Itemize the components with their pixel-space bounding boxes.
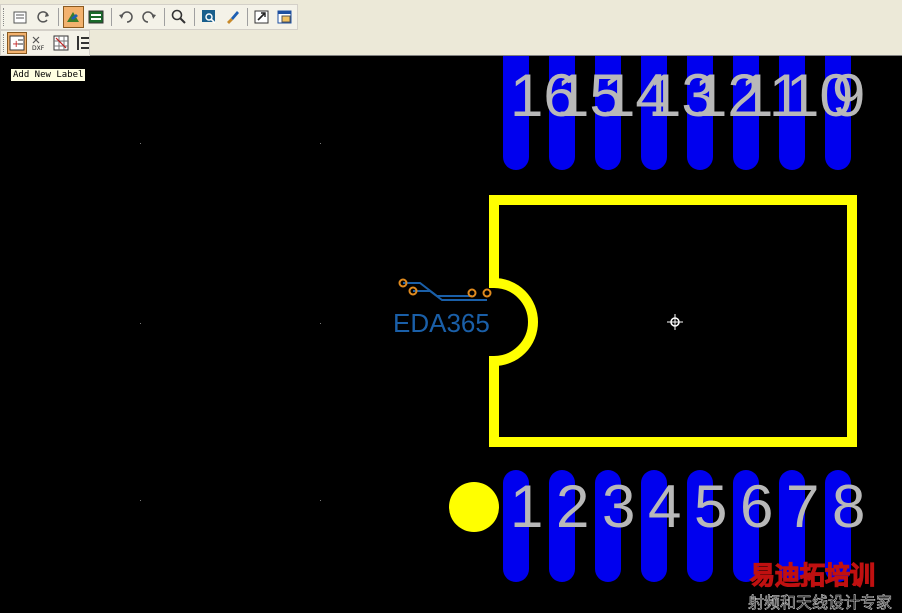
bottom-pin-label: 2	[556, 473, 589, 540]
add-label-icon: +	[9, 35, 25, 51]
watermark-cn-subtitle: 射频和天线设计专家	[748, 593, 892, 612]
bottom-pin-label: 4	[648, 473, 681, 540]
bottom-pin-label: 8	[832, 473, 865, 540]
brush-icon	[227, 11, 240, 24]
grid-dot	[320, 323, 321, 324]
window-icon	[277, 10, 292, 24]
bottom-pin-label: 1	[510, 473, 543, 540]
redo-icon	[142, 11, 157, 23]
toolbar-grip[interactable]	[3, 34, 4, 52]
layer-display-icon	[88, 10, 104, 24]
add-label-button[interactable]: +	[7, 32, 27, 54]
refresh-icon	[37, 11, 50, 23]
dxf-icon: DXF	[32, 36, 45, 52]
grid-dot	[140, 323, 141, 324]
properties-icon	[13, 11, 27, 24]
redo-button[interactable]	[139, 6, 160, 28]
bottom-pin-label: 5	[694, 473, 727, 540]
layer-display-button[interactable]	[86, 6, 107, 28]
grid-dot	[320, 143, 321, 144]
toolbar-separator	[246, 8, 248, 26]
eda365-logo: EDA365	[393, 278, 492, 338]
select-mode-button[interactable]	[62, 6, 84, 28]
brush-button[interactable]	[222, 6, 243, 28]
import-icon	[254, 10, 269, 24]
list-icon	[77, 36, 89, 50]
watermark-cn-title: 易迪拓培训	[750, 561, 875, 590]
add-new-label-tooltip: Add New Label	[10, 68, 87, 82]
view-icon	[202, 10, 216, 24]
window-button[interactable]	[275, 6, 296, 28]
list-button[interactable]	[73, 32, 93, 54]
eda365-text: EDA365	[393, 308, 490, 338]
toolbar-separator	[193, 8, 195, 26]
toolbar-area: + DXF	[0, 0, 902, 56]
grid-dot	[140, 500, 141, 501]
toolbar-separator	[57, 8, 59, 26]
view-button[interactable]	[199, 6, 220, 28]
zoom-button[interactable]	[169, 6, 190, 28]
select-mode-icon	[67, 12, 80, 22]
bottom-pin-label: 7	[786, 473, 819, 540]
grid-dot	[140, 143, 141, 144]
toolbar-grip[interactable]	[3, 8, 7, 26]
bottom-pin-label: 6	[740, 473, 773, 540]
label-toolbar: + DXF	[0, 30, 90, 56]
grid-button[interactable]	[51, 32, 71, 54]
main-toolbar	[0, 4, 298, 30]
undo-icon	[119, 11, 134, 23]
grid-dots	[140, 143, 321, 501]
grid-dot	[320, 500, 321, 501]
toolbar-separator	[110, 8, 112, 26]
import-button[interactable]	[252, 6, 273, 28]
undo-button[interactable]	[116, 6, 137, 28]
grid-icon	[53, 35, 69, 51]
zoom-icon	[172, 9, 187, 24]
package-outline	[489, 195, 857, 447]
pin1-marker	[449, 482, 499, 532]
svg-text:DXF: DXF	[32, 45, 45, 52]
pcb-footprint-canvas[interactable]: 161514131211109 12345678 EDA365 易迪拓培训 射频…	[0, 56, 902, 613]
refresh-button[interactable]	[33, 6, 54, 28]
properties-button[interactable]	[10, 6, 31, 28]
toolbar-separator	[163, 8, 165, 26]
top-pin-label: 9	[832, 62, 865, 129]
origin-crosshair	[667, 314, 683, 330]
bottom-pin-label: 3	[602, 473, 635, 540]
top-pin-labels: 161514131211109	[510, 62, 865, 129]
dxf-button[interactable]: DXF	[29, 32, 49, 54]
